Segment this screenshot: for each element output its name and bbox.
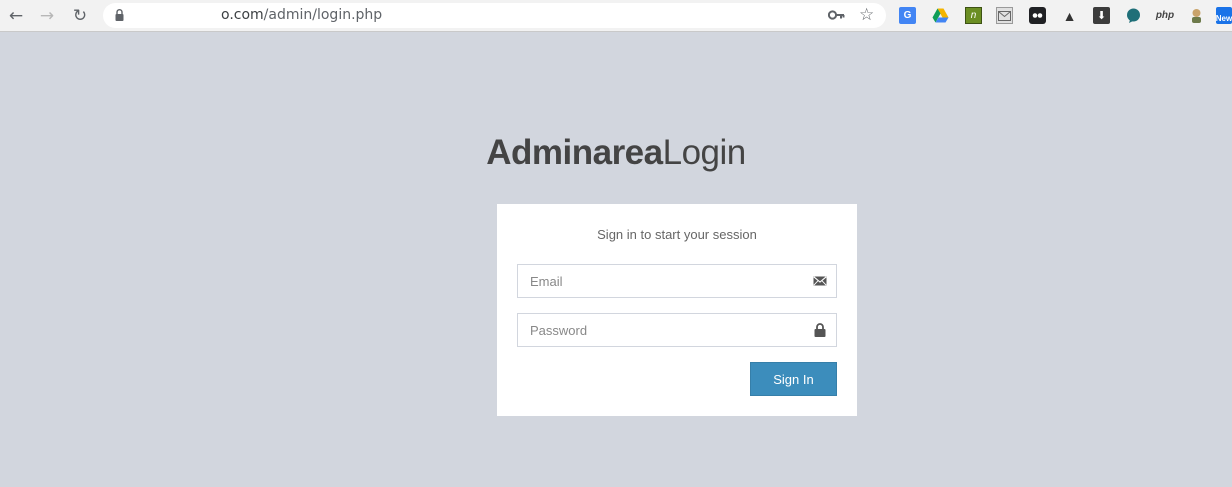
notes-extension-icon[interactable]: n — [965, 7, 982, 24]
redacted-url-segment — [134, 6, 221, 25]
back-icon[interactable]: ← — [5, 6, 27, 26]
login-box: Sign in to start your session Sign In — [497, 204, 857, 416]
news-extension-icon[interactable]: New — [1216, 7, 1232, 24]
url-host: o.com — [221, 7, 264, 23]
download-extension-icon[interactable]: ⬇ — [1093, 7, 1110, 24]
email-input[interactable] — [518, 265, 810, 297]
address-bar[interactable]: o.com/admin/login.php ☆ — [103, 3, 886, 28]
browser-toolbar: ← → ↻ o.com/admin/login.php ☆ G n ▲ ⬇ ph… — [0, 0, 1232, 32]
lock-icon — [814, 323, 826, 337]
envelope-icon — [998, 10, 1011, 21]
sign-in-button[interactable]: Sign In — [750, 362, 837, 396]
key-icon[interactable] — [828, 8, 845, 22]
drive-extension-icon[interactable] — [932, 7, 949, 24]
password-input[interactable] — [518, 314, 810, 346]
login-logo[interactable]: AdminareaLogin — [0, 133, 1232, 173]
star-icon[interactable]: ☆ — [859, 5, 874, 25]
lock-icon — [115, 9, 124, 21]
translate-extension-icon[interactable]: G — [899, 7, 916, 24]
chat-bubble-icon — [1127, 8, 1140, 23]
reload-icon[interactable]: ↻ — [69, 6, 91, 26]
password-form-group — [517, 313, 837, 347]
envelope-icon — [813, 276, 827, 286]
logo-light-text: Login — [662, 133, 747, 172]
url-path: /admin/login.php — [263, 7, 383, 23]
character-extension-icon[interactable] — [1188, 7, 1205, 24]
character-icon — [1192, 9, 1201, 23]
drive-icon — [932, 8, 949, 23]
url-text[interactable]: o.com/admin/login.php — [221, 7, 382, 23]
login-box-message: Sign in to start your session — [597, 227, 757, 242]
chat-extension-icon[interactable] — [1125, 7, 1142, 24]
forward-icon[interactable]: → — [36, 6, 58, 26]
bird-extension-icon[interactable]: ▲ — [1061, 7, 1078, 24]
mail-extension-icon[interactable] — [996, 7, 1013, 24]
logo-bold-text: Adminarea — [486, 133, 663, 172]
php-extension-icon[interactable]: php — [1155, 7, 1175, 24]
email-form-group — [517, 264, 837, 298]
eyes-icon — [1032, 13, 1043, 18]
dark-extension-icon[interactable] — [1029, 7, 1046, 24]
